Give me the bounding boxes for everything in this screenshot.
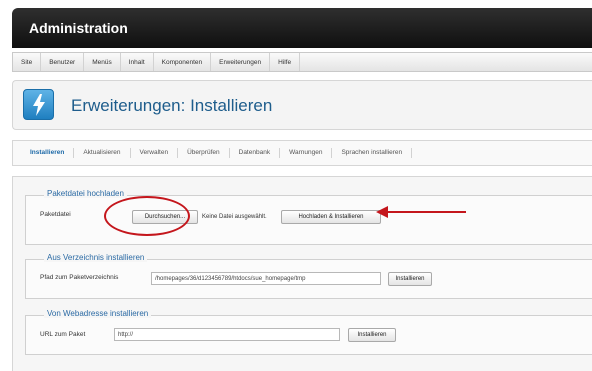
page-title: Erweiterungen: Installieren: [71, 96, 273, 115]
tab-bar: Installieren Aktualisieren Verwalten Übe…: [12, 140, 592, 166]
annotation-arrow: [376, 206, 466, 218]
page-header: Erweiterungen: Installieren: [12, 80, 592, 130]
menu-item-inhalt[interactable]: Inhalt: [121, 53, 154, 71]
tab-sprachen-installieren[interactable]: Sprachen installieren: [332, 148, 413, 158]
tab-datenbank[interactable]: Datenbank: [230, 148, 281, 158]
directory-input[interactable]: /homepages/36/d123456789/htdocs/sue_home…: [151, 272, 381, 285]
window-title: Administration: [29, 20, 128, 36]
menu-item-menus[interactable]: Menüs: [84, 53, 121, 71]
menu-item-hilfe[interactable]: Hilfe: [270, 53, 301, 71]
url-fieldset: Von Webadresse installieren URL zum Pake…: [25, 309, 592, 355]
no-file-text: Keine Datei ausgewählt.: [202, 214, 267, 220]
annotation-circle: [104, 196, 190, 236]
directory-legend: Aus Verzeichnis installieren: [44, 253, 148, 262]
main-panel: Paketdatei hochladen Paketdatei Durchsuc…: [12, 176, 592, 371]
lightning-icon: [23, 89, 54, 120]
tab-verwalten[interactable]: Verwalten: [131, 148, 179, 158]
directory-label: Pfad zum Paketverzeichnis: [40, 274, 119, 281]
url-input[interactable]: http://: [114, 328, 340, 341]
menu-item-site[interactable]: Site: [13, 53, 42, 71]
directory-install-button[interactable]: Installieren: [388, 272, 432, 286]
tab-aktualisieren[interactable]: Aktualisieren: [74, 148, 131, 158]
directory-fieldset: Aus Verzeichnis installieren Pfad zum Pa…: [25, 253, 592, 299]
tab-installieren[interactable]: Installieren: [21, 148, 75, 158]
menu-item-komponenten[interactable]: Komponenten: [154, 53, 212, 71]
url-legend: Von Webadresse installieren: [44, 309, 152, 318]
url-label: URL zum Paket: [40, 331, 86, 338]
tab-warnungen[interactable]: Warnungen: [280, 148, 333, 158]
url-install-button[interactable]: Installieren: [348, 328, 396, 342]
menu-bar: Site Benutzer Menüs Inhalt Komponenten E…: [12, 52, 592, 72]
menu-item-benutzer[interactable]: Benutzer: [41, 53, 85, 71]
tab-ueberpruefen[interactable]: Überprüfen: [178, 148, 230, 158]
upload-legend: Paketdatei hochladen: [44, 189, 127, 198]
upload-install-button[interactable]: Hochladen & Installieren: [281, 210, 381, 224]
admin-topbar: Administration: [12, 8, 592, 48]
menu-item-erweiterungen[interactable]: Erweiterungen: [211, 53, 271, 71]
upload-label: Paketdatei: [40, 211, 71, 218]
